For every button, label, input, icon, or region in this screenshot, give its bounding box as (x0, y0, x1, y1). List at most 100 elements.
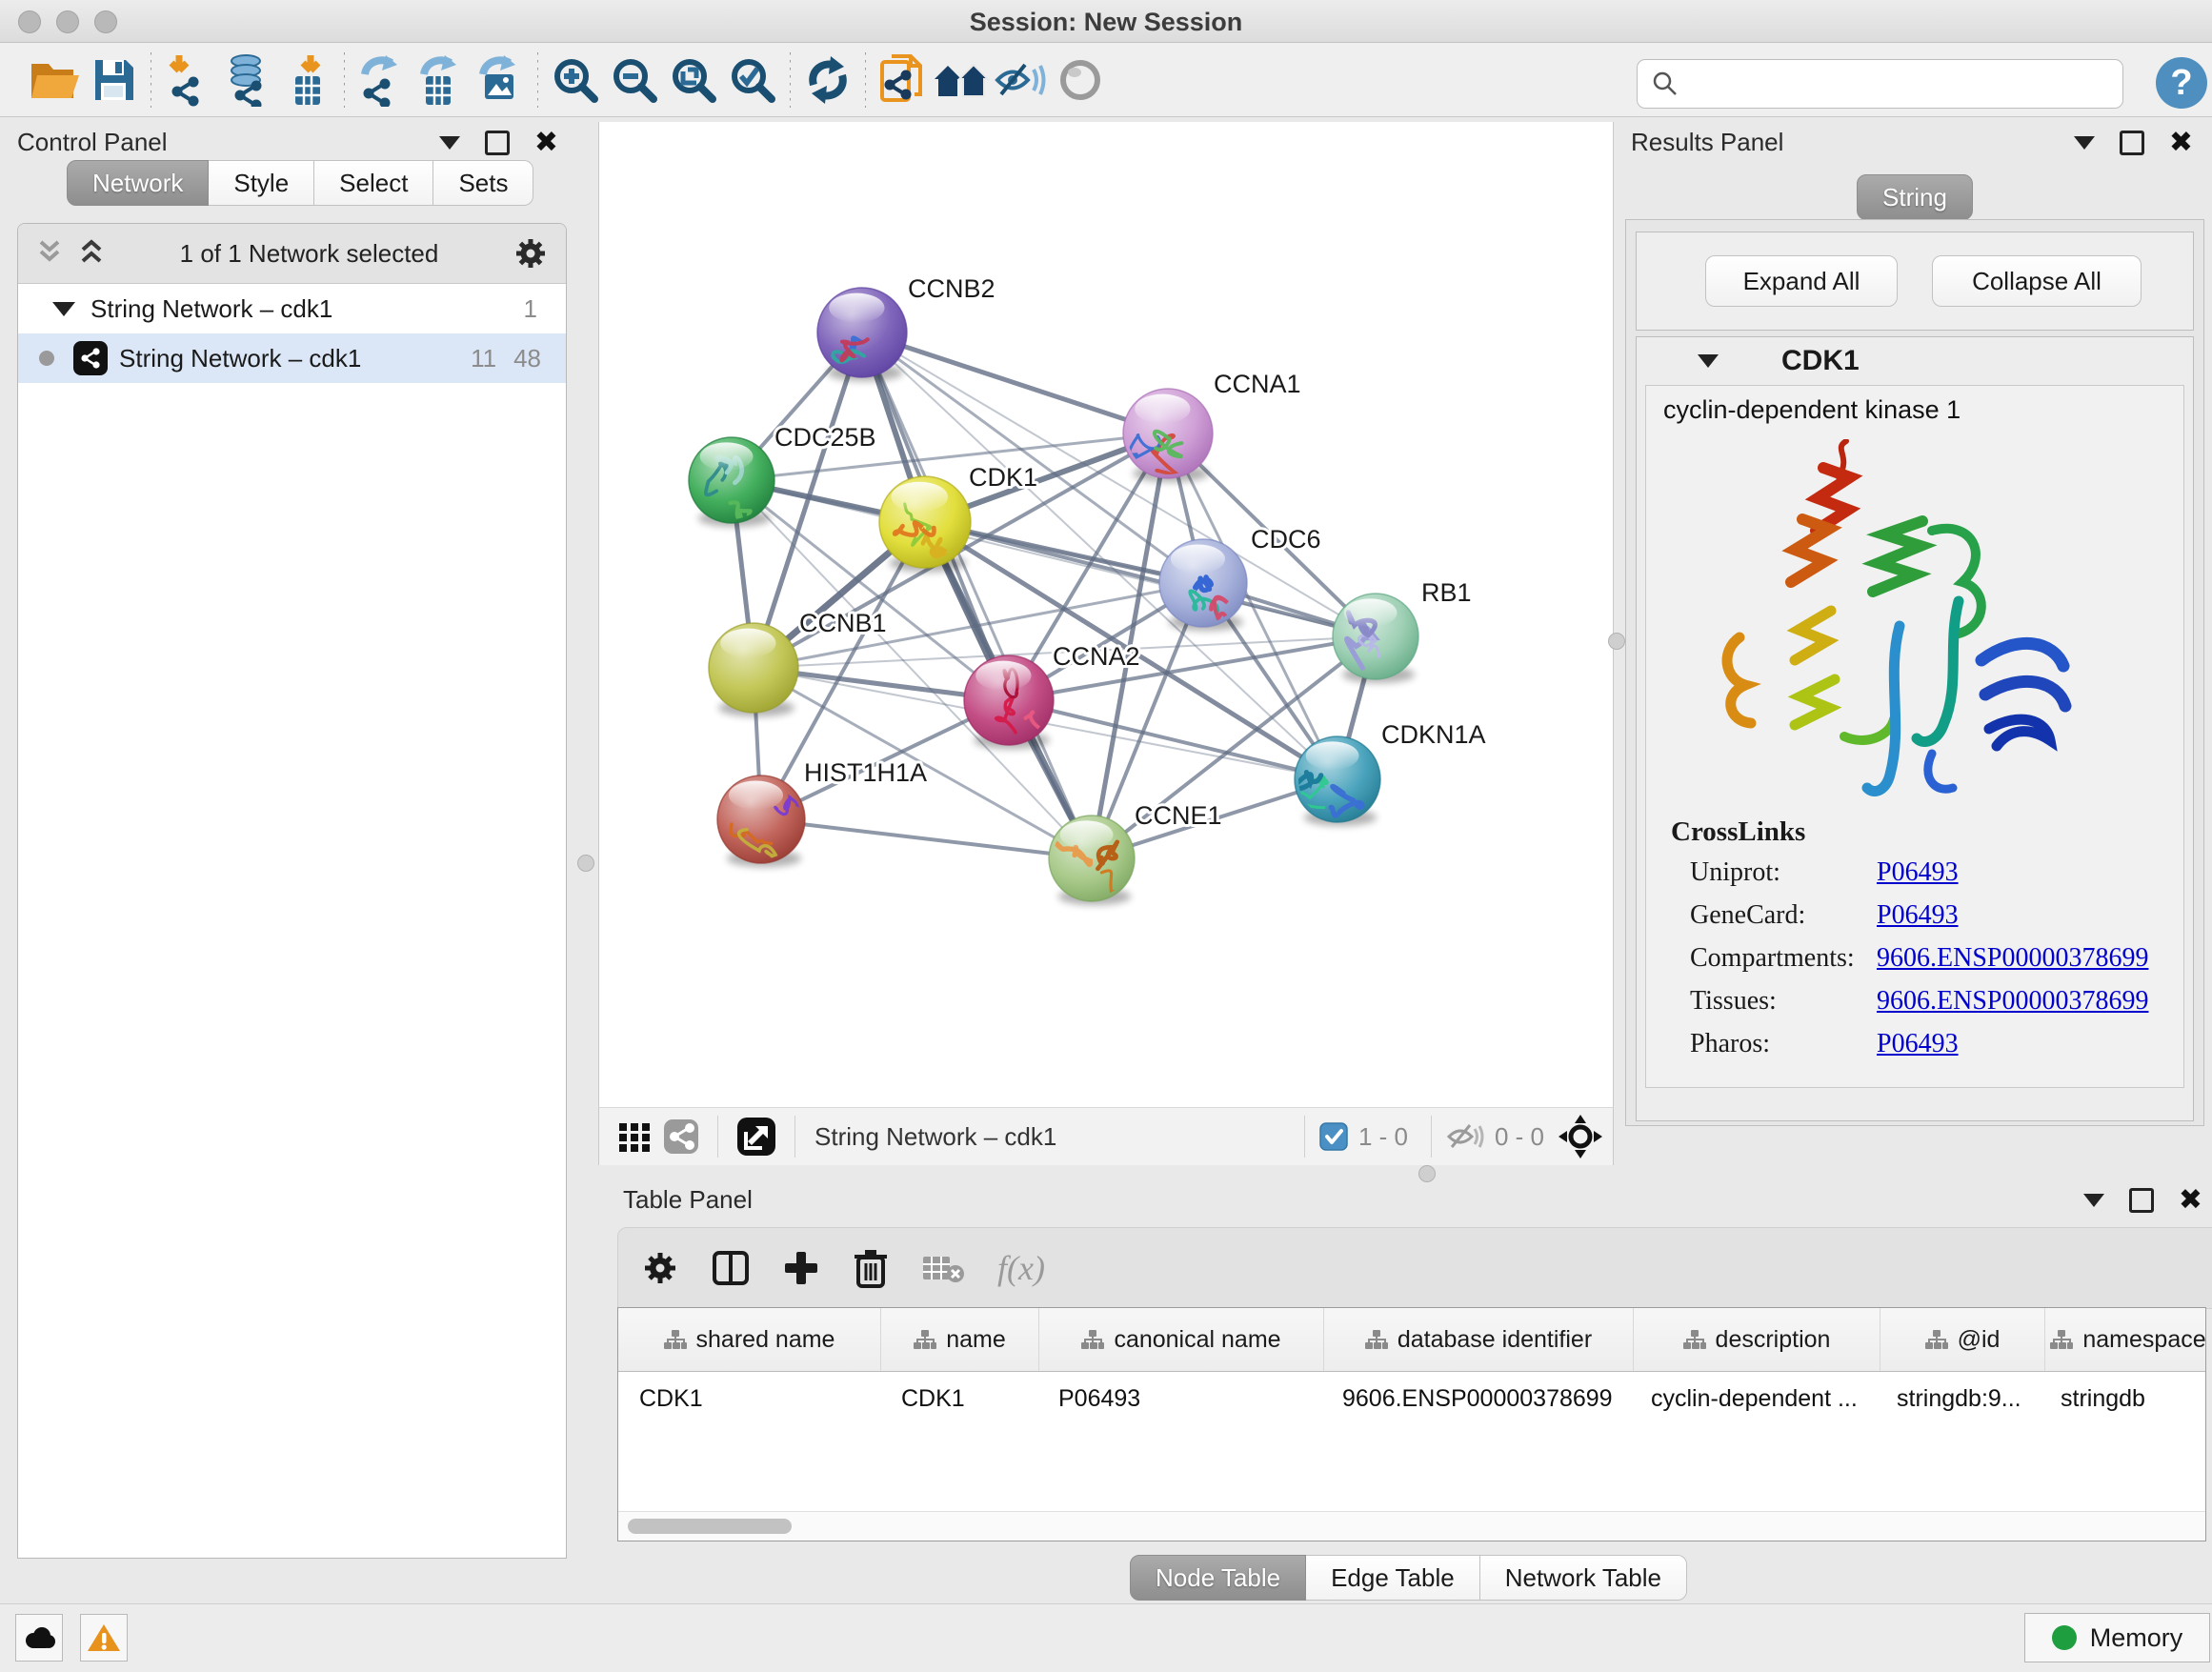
table-horizontal-scrollbar[interactable] (618, 1511, 2205, 1541)
network-share-view-icon[interactable] (658, 1107, 704, 1166)
node-CDC25B[interactable] (689, 437, 774, 535)
new-network-from-selection-button[interactable] (874, 50, 933, 110)
table-delete-button[interactable] (853, 1248, 889, 1288)
import-network-database-button[interactable] (218, 50, 277, 110)
cell[interactable]: stringdb (2040, 1385, 2205, 1413)
column-header-description[interactable]: description (1634, 1308, 1880, 1371)
column-header-id[interactable]: @id (1880, 1308, 2045, 1371)
left-divider-handle[interactable] (577, 855, 594, 872)
crosslink-link[interactable]: 9606.ENSP00000378699 (1877, 986, 2148, 1017)
cloud-button[interactable] (15, 1614, 63, 1662)
column-header-name[interactable]: name (881, 1308, 1039, 1371)
edge-CCNB2-CCNA1[interactable] (862, 332, 1168, 433)
hide-selected-button[interactable] (992, 50, 1051, 110)
column-header-databaseidentifier[interactable]: database identifier (1324, 1308, 1634, 1371)
edge-HIST1H1A-CCNE1[interactable] (761, 819, 1092, 858)
help-button[interactable]: ? (2156, 57, 2207, 109)
column-header-canonicalname[interactable]: canonical name (1039, 1308, 1324, 1371)
birdseye-view-icon[interactable] (1554, 1107, 1607, 1166)
collapse-all-networks-icon[interactable] (35, 238, 64, 269)
open-session-button[interactable] (25, 50, 84, 110)
apply-layout-button[interactable] (798, 50, 857, 110)
selected-checkbox-icon[interactable] (1318, 1121, 1349, 1152)
cell[interactable]: stringdb:9... (1876, 1385, 2040, 1413)
zoom-in-button[interactable] (546, 50, 605, 110)
collection-disclosure-icon[interactable] (52, 302, 75, 316)
results-panel-close-icon[interactable]: ✖ (2169, 133, 2193, 152)
crosslink-link[interactable]: P06493 (1877, 900, 1959, 931)
node-CDK1[interactable] (879, 476, 971, 573)
show-all-button[interactable] (1051, 50, 1110, 110)
node-HIST1H1A[interactable] (717, 776, 805, 867)
tab-style[interactable]: Style (209, 160, 314, 206)
network-row-selected[interactable]: String Network – cdk1 11 48 (18, 333, 566, 383)
expand-all-networks-icon[interactable] (77, 238, 106, 269)
network-view-canvas[interactable]: CCNB2CCNA1CDC25BCDK1CDC6RB1CCNB1CCNA2CDK… (598, 122, 1614, 1107)
table-panel-close-icon[interactable]: ✖ (2179, 1191, 2202, 1210)
network-collection-row[interactable]: String Network – cdk1 1 (18, 284, 566, 333)
column-header-sharedname[interactable]: shared name (618, 1308, 881, 1371)
zoom-fit-button[interactable] (664, 50, 723, 110)
export-table-button[interactable] (412, 50, 471, 110)
tab-edge-table[interactable]: Edge Table (1306, 1555, 1480, 1601)
results-panel-menu-icon[interactable] (2074, 136, 2095, 150)
network-list-options-gear-icon[interactable] (513, 235, 549, 272)
export-network-button[interactable] (352, 50, 412, 110)
table-panel-float-icon[interactable] (2129, 1188, 2154, 1213)
hidden-eye-icon[interactable] (1445, 1120, 1485, 1153)
gene-section-header[interactable]: CDK1 (1637, 337, 2193, 385)
crosslink-link[interactable]: 9606.ENSP00000378699 (1877, 943, 2148, 974)
control-panel-float-icon[interactable] (485, 131, 510, 155)
node-RB1[interactable] (1333, 594, 1418, 683)
scrollbar-thumb[interactable] (628, 1519, 792, 1534)
grid-view-icon[interactable] (613, 1107, 658, 1166)
table-row[interactable]: CDK1CDK1P064939606.ENSP00000378699cyclin… (618, 1372, 2205, 1425)
cell[interactable]: cyclin-dependent ... (1630, 1385, 1876, 1413)
node-CCNA1[interactable] (1123, 389, 1213, 482)
table-columns-button[interactable] (712, 1249, 750, 1287)
cell[interactable]: 9606.ENSP00000378699 (1321, 1385, 1630, 1413)
results-panel-float-icon[interactable] (2120, 131, 2144, 155)
cell[interactable]: P06493 (1037, 1385, 1321, 1413)
cell[interactable]: CDK1 (880, 1385, 1037, 1413)
expand-all-button[interactable]: Expand All (1705, 255, 1898, 307)
table-remove-rows-button[interactable] (921, 1251, 965, 1285)
cell[interactable]: CDK1 (618, 1385, 880, 1413)
tab-string[interactable]: String (1857, 174, 1973, 220)
zoom-selected-button[interactable] (723, 50, 782, 110)
table-gear-button[interactable] (641, 1249, 679, 1287)
column-header-namespace[interactable]: namespace (2045, 1308, 2206, 1371)
edge-CCNA2-CDKN1A[interactable] (1009, 700, 1337, 779)
table-panel-menu-icon[interactable] (2083, 1194, 2104, 1207)
gene-disclosure-icon[interactable] (1698, 354, 1719, 368)
import-table-button[interactable] (277, 50, 336, 110)
search-input[interactable] (1689, 64, 2122, 104)
control-panel-menu-icon[interactable] (439, 136, 460, 150)
open-in-new-window-icon[interactable] (732, 1107, 781, 1166)
import-network-file-button[interactable] (159, 50, 218, 110)
node-CCNA2[interactable] (964, 655, 1054, 750)
crosslink-link[interactable]: P06493 (1877, 1029, 1959, 1059)
bottom-divider-handle[interactable] (1418, 1165, 1436, 1182)
tab-network-table[interactable]: Network Table (1480, 1555, 1687, 1601)
tab-select[interactable]: Select (314, 160, 433, 206)
node-CCNB1[interactable] (709, 623, 798, 716)
table-fx-button[interactable]: f(x) (997, 1248, 1045, 1288)
memory-button[interactable]: Memory (2024, 1613, 2210, 1662)
node-CDC6[interactable] (1159, 539, 1247, 631)
control-panel-close-icon[interactable]: ✖ (534, 133, 558, 152)
search-field[interactable] (1637, 59, 2123, 109)
zoom-out-button[interactable] (605, 50, 664, 110)
table-add-button[interactable] (782, 1249, 820, 1287)
tab-network[interactable]: Network (67, 160, 209, 206)
export-image-button[interactable] (471, 50, 530, 110)
warning-button[interactable] (80, 1614, 128, 1662)
crosslink-link[interactable]: P06493 (1877, 857, 1959, 888)
tab-sets[interactable]: Sets (433, 160, 533, 206)
first-neighbors-button[interactable] (933, 50, 992, 110)
save-session-button[interactable] (84, 50, 143, 110)
node-CCNE1[interactable] (1049, 816, 1138, 918)
tab-node-table[interactable]: Node Table (1130, 1555, 1306, 1601)
collapse-all-button[interactable]: Collapse All (1932, 255, 2142, 307)
node-CDKN1A[interactable] (1288, 736, 1380, 826)
